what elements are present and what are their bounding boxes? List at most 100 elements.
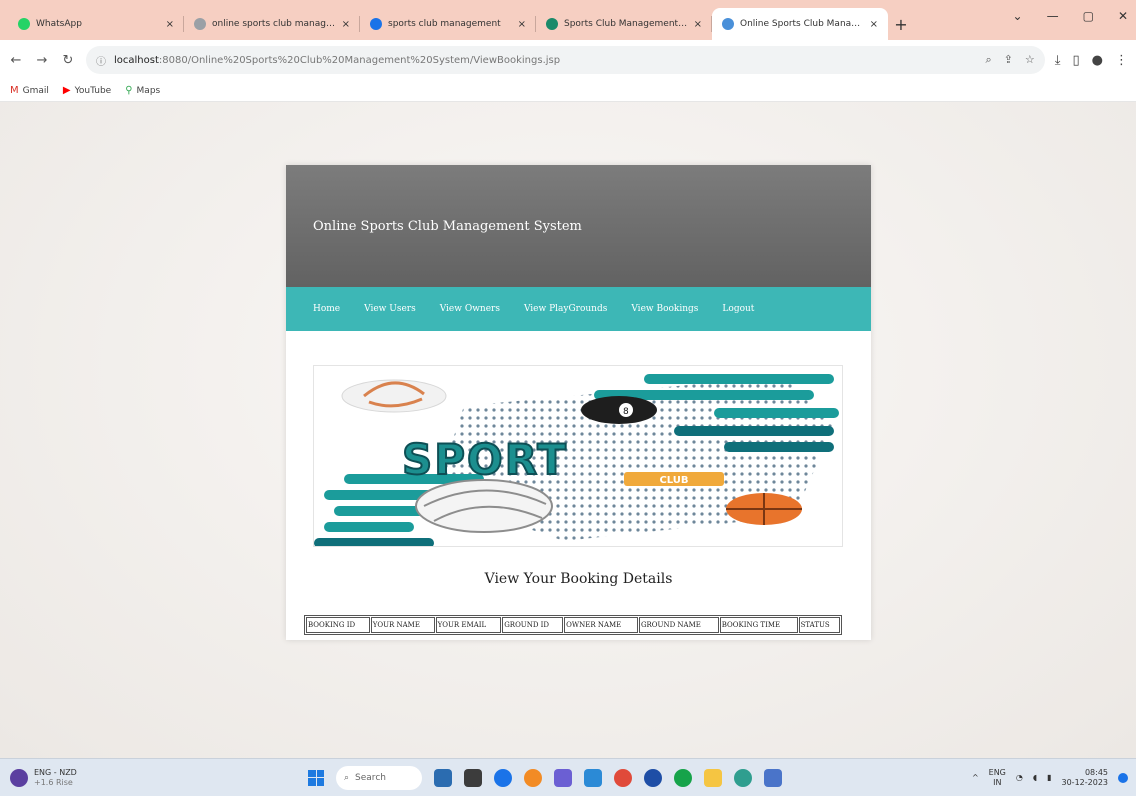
youtube-icon: ▶ — [62, 85, 71, 96]
tab-close-icon[interactable]: × — [342, 19, 350, 30]
language-indicator[interactable]: ENG IN — [989, 768, 1006, 788]
tab-search-icon[interactable]: ⌄ — [1013, 9, 1023, 23]
widget-line2: +1.6 Rise — [34, 777, 73, 787]
bookmarks-bar: M Gmail ▶ YouTube ⚲ Maps — [0, 80, 1136, 102]
clock[interactable]: 08:45 30-12-2023 — [1062, 768, 1109, 788]
chrome-icon[interactable] — [614, 768, 632, 787]
browser-toolbar: ← → ↻ ⓘ localhost:8080/Online%20Sports%2… — [0, 40, 1136, 80]
banner-sport-text: SPORT — [402, 435, 568, 484]
page-viewport: Online Sports Club Management System Hom… — [0, 102, 1136, 758]
weather-widget[interactable]: ENG - NZD +1.6 Rise — [10, 768, 77, 788]
bookmark-youtube[interactable]: ▶ YouTube — [63, 85, 111, 96]
address-bar[interactable]: ⓘ localhost:8080/Online%20Sports%20Club%… — [86, 46, 1045, 74]
col-ground-name: GROUND NAME — [638, 617, 719, 633]
maximize-icon[interactable]: ▢ — [1083, 9, 1094, 23]
widget-line1: ENG - NZD — [34, 767, 77, 777]
download-icon[interactable]: ⤓ — [1055, 53, 1061, 68]
window-close-icon[interactable]: ✕ — [1118, 9, 1128, 23]
bookmark-star-icon[interactable]: ☆ — [1025, 53, 1035, 67]
battery-icon[interactable]: ▮ — [1047, 773, 1051, 782]
col-ground-id: GROUND ID — [502, 617, 564, 633]
reload-icon[interactable]: ↻ — [60, 53, 76, 68]
bookmark-maps[interactable]: ⚲ Maps — [125, 85, 160, 96]
taskbar-search[interactable]: ⌕ Search — [336, 765, 422, 790]
banner-club-text: CLUB — [659, 475, 688, 486]
app-icon-5[interactable] — [554, 768, 572, 787]
app-icon-1[interactable] — [434, 768, 452, 787]
file-explorer-icon[interactable] — [704, 768, 722, 787]
window-controls: ⌄ — ▢ ✕ — [1013, 0, 1136, 32]
minimize-icon[interactable]: — — [1047, 9, 1059, 23]
wifi-icon[interactable]: ◔ — [1016, 773, 1023, 782]
nav-view-playgrounds[interactable]: View PlayGrounds — [524, 304, 607, 314]
back-icon[interactable]: ← — [8, 53, 24, 68]
tab-list: WhatsApp×online sports club managemen×sp… — [8, 0, 888, 40]
svg-text:8: 8 — [623, 407, 629, 417]
app-icon-9[interactable] — [674, 768, 692, 787]
windows-start-icon[interactable] — [308, 769, 324, 786]
forward-icon[interactable]: → — [34, 53, 50, 68]
col-booking-time: BOOKING TIME — [719, 617, 798, 633]
zoom-icon[interactable]: ⌕ — [985, 53, 991, 67]
gmail-icon: M — [10, 85, 19, 96]
browser-tab-0[interactable]: WhatsApp × — [8, 8, 184, 40]
browser-tab-4[interactable]: Online Sports Club Managemen × — [712, 8, 888, 40]
tab-favicon-icon — [370, 18, 382, 30]
browser-tab-2[interactable]: sports club management × — [360, 8, 536, 40]
tab-close-icon[interactable]: × — [870, 19, 878, 30]
browser-tab-strip: WhatsApp×online sports club managemen×sp… — [0, 0, 1136, 40]
site-title: Online Sports Club Management System — [313, 218, 582, 234]
bookings-header-row: BOOKING ID YOUR NAME YOUR EMAIL GROUND I… — [306, 617, 840, 633]
tab-close-icon[interactable]: × — [518, 19, 526, 30]
site-header: Online Sports Club Management System — [286, 165, 871, 287]
volume-icon[interactable]: ◖ — [1033, 773, 1037, 782]
app-icon-12[interactable] — [764, 768, 782, 787]
bookings-heading: View Your Booking Details — [484, 571, 673, 587]
menu-icon[interactable]: ⋮ — [1115, 53, 1128, 68]
browser-tab-1[interactable]: online sports club managemen × — [184, 8, 360, 40]
tray-chevron-icon[interactable]: ^ — [972, 773, 979, 782]
tab-close-icon[interactable]: × — [166, 19, 174, 30]
tab-label: sports club management — [388, 19, 501, 29]
nav-view-owners[interactable]: View Owners — [440, 304, 500, 314]
nav-home[interactable]: Home — [313, 304, 340, 314]
site-nav: Home View Users View Owners View PlayGro… — [286, 287, 871, 331]
tab-favicon-icon — [546, 18, 558, 30]
sport-club-banner: 8 SPORT CLUB — [313, 365, 843, 547]
nav-view-users[interactable]: View Users — [364, 304, 416, 314]
col-your-email: YOUR EMAIL — [435, 617, 502, 633]
widget-icon — [10, 768, 28, 787]
os-taskbar: ENG - NZD +1.6 Rise ⌕ Search ^ ENG IN ◔ ◖ … — [0, 758, 1136, 796]
nav-view-bookings[interactable]: View Bookings — [631, 304, 698, 314]
system-tray: ^ ENG IN ◔ ◖ ▮ 08:45 30-12-2023 — [972, 768, 1128, 788]
search-icon: ⌕ — [344, 772, 350, 783]
tab-label: WhatsApp — [36, 19, 82, 29]
tab-label: online sports club managemen — [212, 19, 336, 29]
bookmark-gmail[interactable]: M Gmail — [10, 85, 49, 96]
app-icon-3[interactable] — [494, 768, 512, 787]
new-tab-button[interactable]: + — [888, 8, 914, 40]
share-icon[interactable]: ⇪ — [1004, 53, 1013, 67]
app-icon-6[interactable] — [584, 768, 602, 787]
notification-icon[interactable] — [1118, 772, 1128, 783]
tab-label: Online Sports Club Managemen — [740, 19, 864, 29]
site-info-icon[interactable]: ⓘ — [96, 53, 106, 68]
taskbar-apps: ⌕ Search — [308, 765, 782, 790]
taskbar-search-label: Search — [355, 772, 386, 783]
nav-logout[interactable]: Logout — [722, 304, 754, 314]
profile-icon[interactable]: ● — [1092, 53, 1103, 68]
col-owner-name: OWNER NAME — [564, 617, 638, 633]
app-icon-8[interactable] — [644, 768, 662, 787]
sidepanel-icon[interactable]: ▯ — [1073, 53, 1080, 68]
col-booking-id: BOOKING ID — [306, 617, 370, 633]
app-icon-4[interactable] — [524, 768, 542, 787]
app-icon-2[interactable] — [464, 768, 482, 787]
browser-tab-3[interactable]: Sports Club Management Syst × — [536, 8, 712, 40]
col-your-name: YOUR NAME — [370, 617, 435, 633]
tab-favicon-icon — [722, 18, 734, 30]
site-container: Online Sports Club Management System Hom… — [286, 165, 871, 640]
bookings-table-wrapper: BOOKING ID YOUR NAME YOUR EMAIL GROUND I… — [304, 615, 842, 635]
tab-close-icon[interactable]: × — [694, 19, 702, 30]
edge-icon[interactable] — [734, 768, 752, 787]
col-status: STATUS — [798, 617, 840, 633]
